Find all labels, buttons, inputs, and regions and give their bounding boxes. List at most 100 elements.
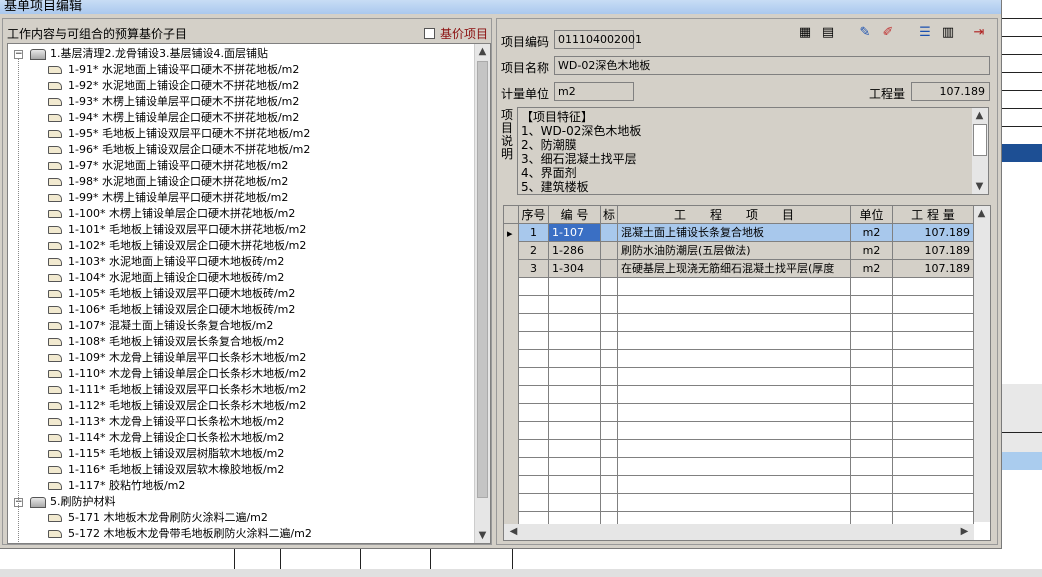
grid-cell-code[interactable]: 1-107 [549,224,601,242]
tree-item[interactable]: 1-115* 毛地板上铺设双层树脂软木地板/m2 [48,446,284,462]
document-icon [48,130,62,138]
grid-row-line [519,367,974,368]
tree-item[interactable]: 1-106* 毛地板上铺设双层企口硬木地板砖/m2 [48,302,295,318]
grid-cell-code[interactable]: 1-304 [549,260,601,278]
tree-item[interactable]: 1-102* 毛地板上铺设双层企口硬木拼花地板/m2 [48,238,306,254]
grid-vertical-scrollbar[interactable]: ▲ [974,206,990,522]
tree-item[interactable]: 1-93* 木楞上铺设单层平口硬木不拼花地板/m2 [48,94,299,110]
unit-field[interactable]: m2 [554,82,634,101]
scroll-left-icon[interactable]: ◀ [506,524,521,539]
document-icon [48,338,62,346]
document-icon [48,482,62,490]
col-header-flag[interactable]: 标 [601,206,618,224]
features-textarea[interactable]: 【项目特征】 1、WD-02深色木地板 2、防潮膜 3、细石混凝土找平层 4、界面剂 5、… [517,107,989,195]
col-header-no[interactable]: 序号 [519,206,549,224]
grid-cell-no[interactable]: 1 [519,224,549,242]
tree-group[interactable]: 1.基层清理2.龙骨铺设3.基层铺设4.面层铺贴 [30,46,268,62]
tree-item[interactable]: 1-104* 水泥地面上铺设企口硬木地板砖/m2 [48,270,284,286]
grid-cell-flag[interactable] [601,224,618,242]
tree-item[interactable]: 1-100* 木楞上铺设单层企口硬木拼花地板/m2 [48,206,295,222]
pencil-icon[interactable]: ✐ [879,23,897,41]
settings-icon[interactable]: ▥ [939,23,957,41]
tree-group[interactable]: 5.刷防护材料 [30,494,116,510]
tree-item[interactable]: 1-109* 木龙骨上铺设单层平口长条杉木地板/m2 [48,350,306,366]
tree-item[interactable]: 1-103* 水泥地面上铺设平口硬木地板砖/m2 [48,254,284,270]
tree-item[interactable]: 1-94* 木楞上铺设单层企口硬木不拼花地板/m2 [48,110,299,126]
grid-cell-name[interactable]: 刷防水油防潮层(五层做法) [618,242,851,260]
tree-item[interactable]: 1-99* 木楞上铺设单层平口硬木拼花地板/m2 [48,190,288,206]
scroll-thumb[interactable] [973,124,987,156]
calculator-icon[interactable]: ▦ [796,23,814,41]
grid-cell-qty[interactable]: 107.189 [893,242,974,260]
grid-column-line [548,224,549,524]
tree-item[interactable]: 1-117* 胶粘竹地板/m2 [48,478,185,494]
tree-item[interactable]: 1-107* 混凝土面上铺设长条复合地板/m2 [48,318,273,334]
tree-item[interactable]: 1-91* 水泥地面上铺设平口硬木不拼花地板/m2 [48,62,299,78]
document-icon [48,290,62,298]
grid-column-line [617,224,618,524]
tree-item[interactable]: 1-116* 毛地板上铺设双层软木橡胶地板/m2 [48,462,284,478]
tree-item[interactable]: 1-98* 水泥地面上铺设企口硬木拼花地板/m2 [48,174,288,190]
edit-icon[interactable]: ✎ [856,23,874,41]
grid-cell-unit[interactable]: m2 [851,224,893,242]
subitem-grid[interactable]: 序号编 号标工 程 项 目单位工 程 量 ▸ 1 1-107 混凝土面上铺设长条复合地板… [503,205,991,541]
col-header-code[interactable]: 编 号 [549,206,601,224]
unit-label: 计量单位 [501,87,550,101]
grid-cell-flag[interactable] [601,260,618,278]
tree-item-label: 1-112* 毛地板上铺设双层企口长条杉木地板/m2 [68,399,307,412]
tree-item-label: 1-100* 木楞上铺设单层企口硬木拼花地板/m2 [68,207,296,220]
grid-cell-no[interactable]: 3 [519,260,549,278]
scroll-up-icon[interactable]: ▲ [972,108,987,123]
name-field[interactable]: WD-02深色木地板 [554,56,990,75]
tree-item[interactable]: 1-111* 毛地板上铺设双层平口长条杉木地板/m2 [48,382,306,398]
tree-item[interactable]: 1-110* 木龙骨上铺设单层企口长条杉木地板/m2 [48,366,306,382]
tree-item[interactable]: 5-171 木地板木龙骨刷防火涂料二遍/m2 [48,510,268,526]
base-price-checkbox[interactable]: 基价项目 [424,25,488,42]
features-scrollbar[interactable]: ▲ ▼ [972,108,988,194]
tree-item[interactable]: 1-95* 毛地板上铺设双层平口硬木不拼花地板/m2 [48,126,310,142]
grid-cell-qty[interactable]: 107.189 [893,260,974,278]
grid-cell-name[interactable]: 在硬基层上现浇无筋细石混凝土找平层(厚度 [618,260,851,278]
list-icon[interactable]: ☰ [916,23,934,41]
scroll-right-icon[interactable]: ▶ [957,524,972,539]
tree-item[interactable]: 5-172 木地板木龙骨带毛地板刷防火涂料二遍/m2 [48,526,312,542]
quantity-field[interactable]: 107.189 [911,82,990,101]
tree-vertical-scrollbar[interactable]: ▲ ▼ [474,44,490,543]
grid-cell-no[interactable]: 2 [519,242,549,260]
tree-item[interactable]: 1-114* 木龙骨上铺设企口长条松木地板/m2 [48,430,284,446]
tree-item[interactable]: 1-101* 毛地板上铺设双层平口硬木拼花地板/m2 [48,222,306,238]
scroll-up-icon[interactable]: ▲ [974,206,989,221]
scroll-down-icon[interactable]: ▼ [972,179,987,194]
grid-cell-unit[interactable]: m2 [851,242,893,260]
scroll-down-icon[interactable]: ▼ [475,528,490,543]
tree-item[interactable]: 1-113* 木龙骨上铺设平口长条松木地板/m2 [48,414,284,430]
scroll-up-icon[interactable]: ▲ [475,44,490,59]
col-header-item[interactable]: 工 程 项 目 [618,206,851,224]
document-icon [48,322,62,330]
tree-item[interactable]: 1-92* 水泥地面上铺设企口硬木不拼花地板/m2 [48,78,299,94]
grid-horizontal-scrollbar[interactable]: ◀ ▶ [504,524,974,540]
document-icon [48,450,62,458]
tree-item[interactable]: 1-97* 水泥地面上铺设平口硬木拼花地板/m2 [48,158,288,174]
grid-cell-flag[interactable] [601,242,618,260]
table-icon[interactable]: ▤ [819,23,837,41]
exit-icon[interactable]: ⇥ [970,23,988,41]
grid-row-line [519,421,974,422]
document-icon [48,146,62,154]
subitem-tree[interactable]: −1.基层清理2.龙骨铺设3.基层铺设4.面层铺贴 1-91* 水泥地面上铺设平口… [7,43,491,544]
grid-cell-qty[interactable]: 107.189 [893,224,974,242]
col-header-unit[interactable]: 单位 [851,206,893,224]
tree-item[interactable]: 1-108* 毛地板上铺设双层长条复合地板/m2 [48,334,284,350]
grid-column-line [850,224,851,524]
grid-cell-unit[interactable]: m2 [851,260,893,278]
checkbox-box[interactable] [424,28,435,39]
tree-item[interactable]: 1-105* 毛地板上铺设双层平口硬木地板砖/m2 [48,286,295,302]
tree-item-label: 1-94* 木楞上铺设单层企口硬木不拼花地板/m2 [68,111,300,124]
tree-item[interactable]: 1-112* 毛地板上铺设双层企口长条杉木地板/m2 [48,398,306,414]
grid-cell-name[interactable]: 混凝土面上铺设长条复合地板 [618,224,851,242]
col-header-qty[interactable]: 工 程 量 [893,206,974,224]
code-field[interactable]: 011104002001 [554,30,642,49]
tree-item[interactable]: 1-96* 毛地板上铺设双层企口硬木不拼花地板/m2 [48,142,310,158]
grid-cell-code[interactable]: 1-286 [549,242,601,260]
scroll-thumb[interactable] [477,61,488,498]
